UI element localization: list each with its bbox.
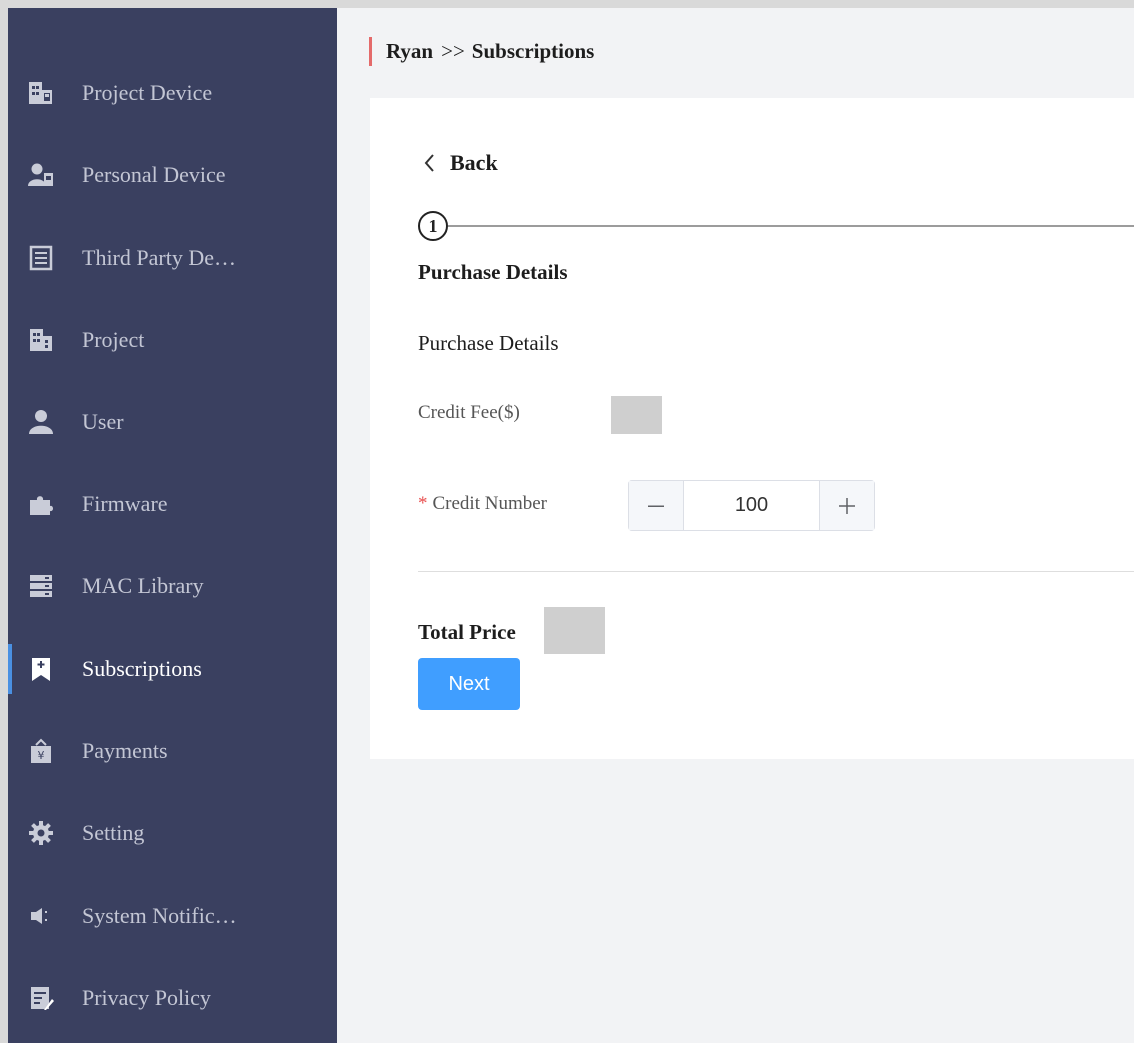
back-button[interactable]: Back	[418, 150, 498, 176]
required-mark: *	[418, 493, 428, 514]
bookmark-plus-icon	[28, 656, 54, 682]
third-party-device-icon	[28, 245, 54, 271]
sidebar-item-privacy-policy[interactable]: Privacy Policy	[8, 973, 337, 1023]
sidebar-item-label: MAC Library	[82, 573, 204, 598]
credit-number-label: * Credit Number	[418, 493, 547, 515]
total-price-label: Total Price	[418, 620, 516, 644]
sidebar-item-label: Privacy Policy	[82, 985, 211, 1010]
sidebar-item-label: User	[82, 409, 124, 434]
breadcrumb: Ryan >> Subscriptions	[369, 35, 594, 67]
next-button[interactable]: Next	[418, 658, 520, 710]
credit-number-input[interactable]: 100	[684, 481, 819, 530]
step-indicator: 1	[418, 211, 1134, 241]
building-device-icon	[28, 80, 54, 106]
main-content: Ryan >> Subscriptions Back 1 Purchase De…	[337, 8, 1134, 1043]
sidebar-item-system-notification[interactable]: System Notific…	[8, 891, 337, 941]
speaker-icon	[28, 903, 54, 929]
credit-number-label-text: Credit Number	[432, 493, 548, 514]
decrease-button[interactable]	[629, 481, 684, 530]
user-icon	[28, 409, 54, 435]
person-device-icon	[28, 162, 54, 188]
sidebar-item-label: Setting	[82, 820, 145, 845]
payment-bag-icon: ¥	[28, 738, 54, 764]
total-price-value	[544, 607, 605, 654]
increase-button[interactable]	[819, 481, 874, 530]
credit-fee-label: Credit Fee($)	[418, 402, 520, 423]
sidebar-item-label: Project	[82, 327, 145, 352]
gear-icon	[28, 820, 54, 846]
sidebar-item-firmware[interactable]: Firmware	[8, 479, 337, 529]
breadcrumb-user[interactable]: Ryan	[386, 39, 433, 64]
subscription-card: Back 1 Purchase Details Purchase Details…	[370, 98, 1134, 759]
sidebar-item-user[interactable]: User	[8, 397, 337, 447]
breadcrumb-current-page: Subscriptions	[471, 38, 595, 63]
step-title: Purchase Details	[418, 260, 568, 284]
sidebar-item-personal-device[interactable]: Personal Device	[8, 150, 337, 200]
svg-text:¥: ¥	[38, 749, 45, 762]
sidebar-item-label: System Notific…	[82, 903, 237, 928]
sidebar-item-third-party-device[interactable]: Third Party De…	[8, 233, 337, 283]
sidebar-item-project[interactable]: Project	[8, 315, 337, 365]
breadcrumb-separator: >>	[441, 38, 465, 63]
section-title: Purchase Details	[418, 331, 559, 355]
chevron-left-icon	[424, 154, 434, 172]
breadcrumb-accent-bar	[369, 36, 372, 66]
sidebar-item-payments[interactable]: ¥ Payments	[8, 726, 337, 776]
sidebar-item-subscriptions[interactable]: Subscriptions	[8, 644, 337, 694]
sidebar-item-mac-library[interactable]: MAC Library	[8, 561, 337, 611]
credit-number-stepper: 100	[628, 480, 875, 531]
building-icon	[28, 327, 54, 353]
sidebar-item-project-device[interactable]: Project Device	[8, 68, 337, 118]
sidebar-item-label: Payments	[82, 738, 168, 763]
divider	[418, 571, 1134, 572]
minus-icon	[648, 505, 664, 507]
step-progress-line	[448, 225, 1134, 227]
sidebar: Project Device Personal Device Third Par…	[8, 8, 337, 1043]
puzzle-icon	[28, 491, 54, 517]
back-label: Back	[450, 150, 498, 175]
plus-icon	[839, 497, 855, 514]
sidebar-item-setting[interactable]: Setting	[8, 808, 337, 858]
sidebar-item-label: Project Device	[82, 80, 213, 105]
step-number: 1	[418, 211, 448, 241]
policy-document-icon	[28, 985, 54, 1011]
server-icon	[28, 573, 54, 599]
sidebar-item-label: Subscriptions	[82, 656, 202, 681]
sidebar-item-label: Third Party De…	[82, 245, 236, 270]
sidebar-item-label: Firmware	[82, 491, 168, 516]
sidebar-item-label: Personal Device	[82, 162, 226, 187]
credit-fee-value	[611, 396, 662, 434]
